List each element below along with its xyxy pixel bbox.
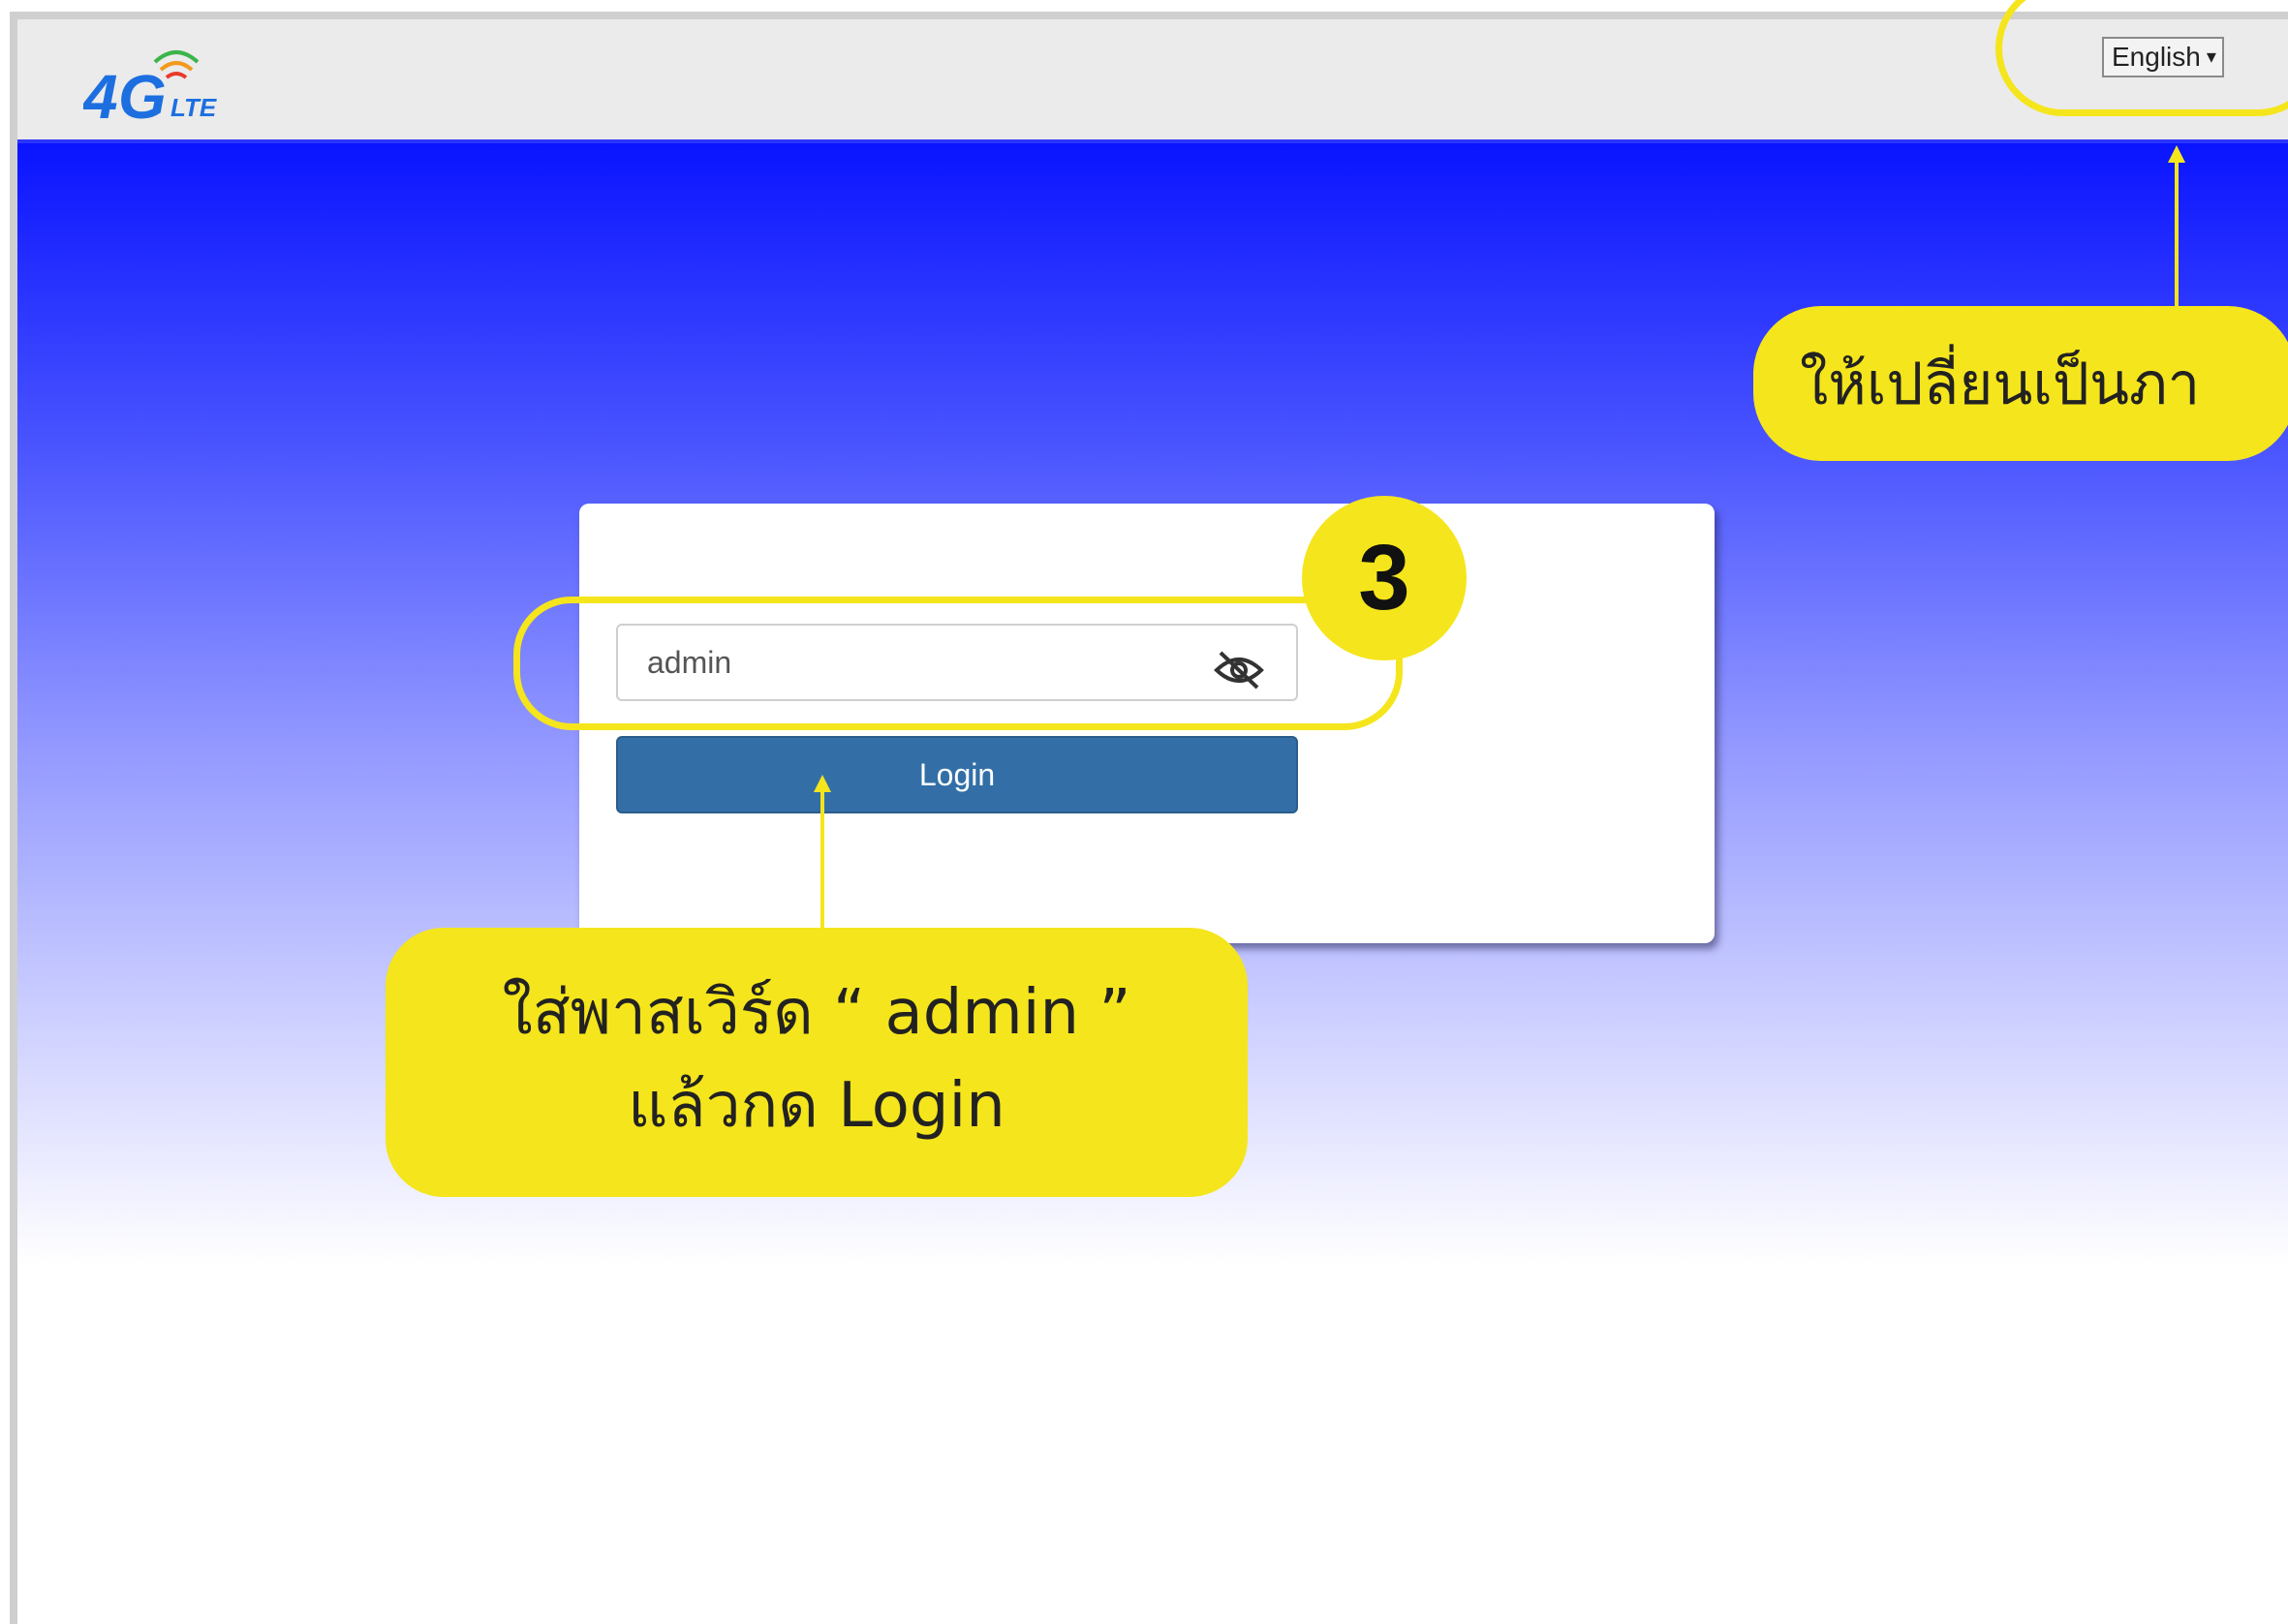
language-highlight-ring xyxy=(1995,0,2288,116)
login-button-label: Login xyxy=(918,756,996,792)
language-callout-arrow xyxy=(2168,145,2185,312)
callout-line-1: ใส่พาสเวิร์ด “ admin ” xyxy=(502,977,1131,1049)
language-instruction-callout: ให้เปลี่ยนเป็นภา xyxy=(1753,306,2288,461)
4g-lte-logo: 4 G LTE xyxy=(83,50,217,130)
callout-line-2: แล้วกด Login xyxy=(628,1070,1005,1142)
login-callout-arrow xyxy=(814,775,831,939)
callout-language-text: ให้เปลี่ยนเป็นภา xyxy=(1800,350,2201,418)
login-instruction-callout: ใส่พาสเวิร์ด “ admin ” แล้วกด Login xyxy=(386,928,1248,1197)
login-button[interactable]: Login xyxy=(616,736,1298,813)
svg-text:4: 4 xyxy=(83,62,118,130)
svg-text:LTE: LTE xyxy=(170,93,217,122)
password-highlight-ring xyxy=(513,597,1403,730)
top-bar: 4 G LTE English ▾ xyxy=(17,19,2288,143)
step-badge: 3 xyxy=(1302,496,1467,660)
svg-text:G: G xyxy=(118,62,167,130)
